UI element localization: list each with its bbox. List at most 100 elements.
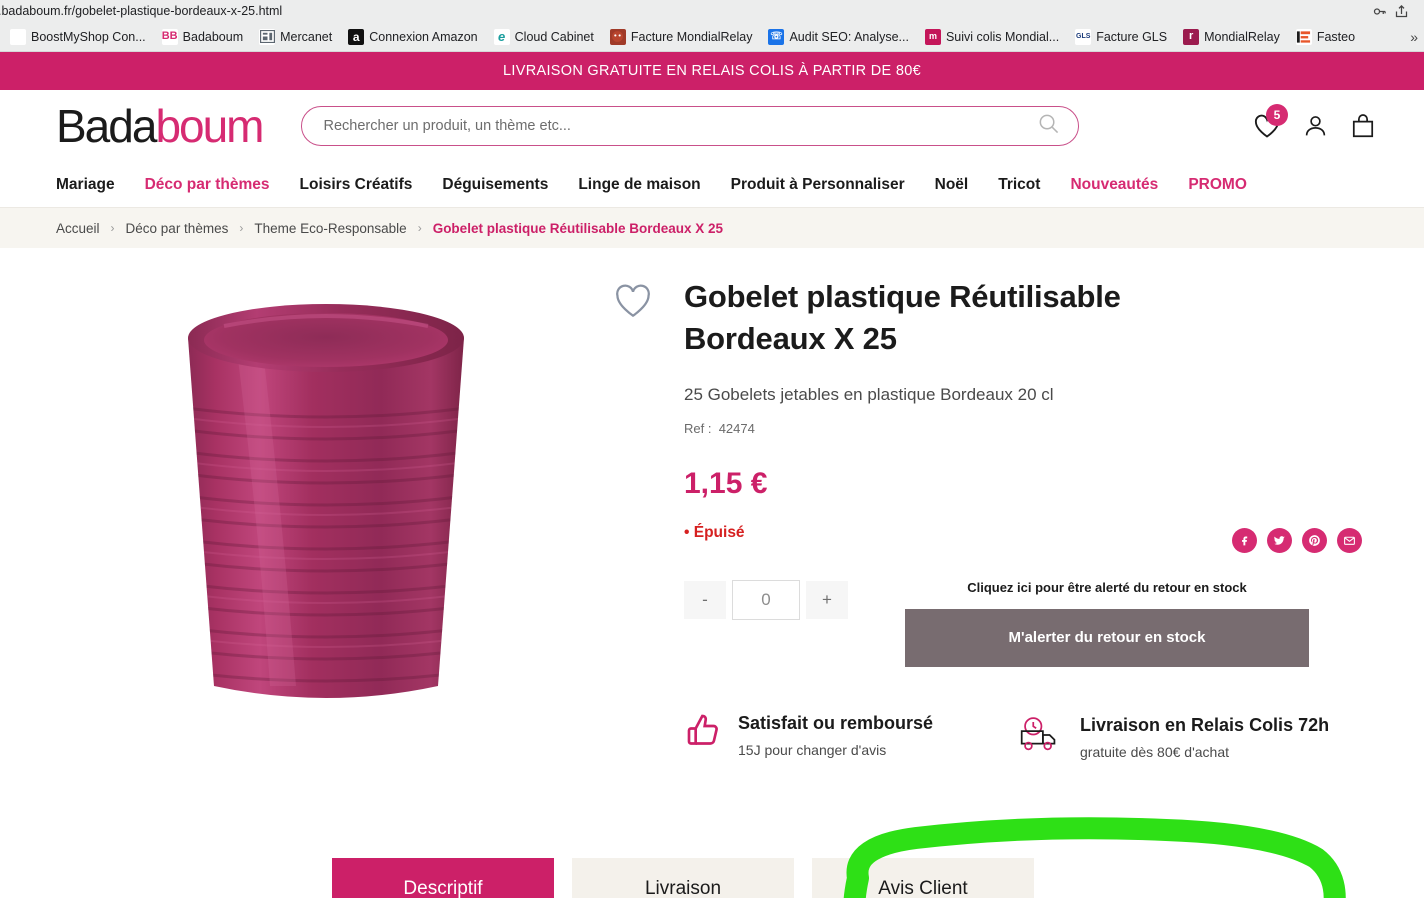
- bookmark-mondialrelay[interactable]: r MondialRelay: [1175, 24, 1288, 50]
- fasteo-favicon: [1295, 28, 1312, 45]
- breadcrumb-separator-icon: ›: [110, 221, 115, 235]
- nav-item-tricot[interactable]: Tricot: [998, 176, 1040, 194]
- bookmark-suivi-colis[interactable]: m Suivi colis Mondial...: [917, 24, 1067, 50]
- promo-banner-text: LIVRAISON GRATUITE EN RELAIS COLIS À PAR…: [503, 63, 921, 79]
- thumbs-up-icon: [684, 711, 724, 756]
- breadcrumb-separator-icon: ›: [417, 221, 422, 235]
- notify-stock-button[interactable]: M'alerter du retour en stock: [905, 608, 1309, 667]
- breadcrumb-item-theme-eco[interactable]: Theme Eco-Responsable: [254, 221, 406, 236]
- search-icon[interactable]: [1037, 112, 1060, 140]
- account-button[interactable]: [1303, 113, 1328, 139]
- delivery-truck-icon: [1014, 713, 1066, 760]
- bookmark-facture-mondialrelay[interactable]: Facture MondialRelay: [602, 24, 761, 50]
- bookmark-label: Suivi colis Mondial...: [945, 29, 1060, 44]
- bookmark-label: Mercanet: [280, 29, 333, 44]
- email-icon[interactable]: [1337, 528, 1362, 553]
- bookmark-label: Cloud Cabinet: [514, 29, 594, 44]
- pinterest-icon[interactable]: [1302, 528, 1327, 553]
- tab-avis-client[interactable]: Avis Client: [812, 858, 1034, 898]
- bookmarks-bar[interactable]: BoostMyShop Con... BB Badaboum Mercanet …: [0, 22, 1424, 52]
- breadcrumb-item-deco[interactable]: Déco par thèmes: [126, 221, 229, 236]
- bookmark-mercanet[interactable]: Mercanet: [251, 24, 340, 50]
- main-navigation[interactable]: Mariage Déco par thèmes Loisirs Créatifs…: [0, 162, 1424, 208]
- bookmark-boostmyshop[interactable]: BoostMyShop Con...: [2, 24, 154, 50]
- bookmarks-overflow-button[interactable]: »: [1410, 29, 1422, 45]
- nav-item-deguisements[interactable]: Déguisements: [442, 176, 548, 194]
- breadcrumb-current: Gobelet plastique Réutilisable Bordeaux …: [432, 220, 724, 236]
- product-section: Gobelet plastique Réutilisable Bordeaux …: [0, 248, 1424, 898]
- mondialrelay-favicon: [609, 28, 626, 45]
- badaboum-favicon: BB: [161, 28, 178, 45]
- bookmark-audit-seo[interactable]: ☏ Audit SEO: Analyse...: [760, 24, 917, 50]
- breadcrumb[interactable]: Accueil › Déco par thèmes › Theme Eco-Re…: [0, 208, 1424, 248]
- trust-title: Satisfait ou remboursé: [738, 712, 934, 733]
- bookmark-cloud-cabinet[interactable]: e Cloud Cabinet: [486, 24, 602, 50]
- bookmark-label: BoostMyShop Con...: [31, 29, 146, 44]
- wishlist-count-badge: 5: [1266, 104, 1288, 126]
- product-image-cup[interactable]: [166, 298, 486, 718]
- share-icon[interactable]: [1390, 0, 1412, 22]
- purchase-row: - + Cliquez ici pour être alerté du reto…: [684, 579, 1368, 667]
- bookmark-label: Facture MondialRelay: [630, 29, 753, 44]
- amazon-favicon: a: [348, 28, 365, 45]
- nav-item-noel[interactable]: Noël: [935, 176, 969, 194]
- product-reference: Ref : 42474: [684, 421, 1368, 436]
- bookmark-amazon[interactable]: a Connexion Amazon: [340, 24, 485, 50]
- url-bar[interactable]: .badaboum.fr/gobelet-plastique-bordeaux-…: [0, 0, 1424, 22]
- heart-outline-icon[interactable]: [612, 282, 654, 325]
- product-info: Gobelet plastique Réutilisable Bordeaux …: [666, 270, 1368, 760]
- product-tabs[interactable]: Descriptif Livraison Avis Client: [0, 858, 1424, 898]
- promo-banner: LIVRAISON GRATUITE EN RELAIS COLIS À PAR…: [0, 52, 1424, 90]
- quantity-increase-button[interactable]: +: [806, 580, 848, 619]
- cloud-cabinet-favicon: e: [493, 28, 510, 45]
- search-input[interactable]: [323, 118, 1037, 134]
- breadcrumb-item-accueil[interactable]: Accueil: [56, 221, 100, 236]
- trust-badges: Satisfait ou remboursé 15J pour changer …: [684, 707, 1368, 760]
- site-header: Badaboum 5: [0, 90, 1424, 162]
- bookmark-label: Badaboum: [182, 29, 244, 44]
- logo-part-dark: Bada: [56, 100, 157, 152]
- site-logo[interactable]: Badaboum: [56, 100, 265, 152]
- nav-item-linge-de-maison[interactable]: Linge de maison: [578, 176, 700, 194]
- wishlist-button[interactable]: 5: [1253, 104, 1288, 139]
- twitter-icon[interactable]: [1267, 528, 1292, 553]
- bookmark-badaboum[interactable]: BB Badaboum: [154, 24, 251, 50]
- search-box[interactable]: [300, 106, 1079, 146]
- quantity-decrease-button[interactable]: -: [684, 580, 726, 619]
- nav-item-produit-a-personnaliser[interactable]: Produit à Personnaliser: [731, 176, 905, 194]
- product-title: Gobelet plastique Réutilisable Bordeaux …: [684, 279, 1121, 357]
- quantity-stepper[interactable]: - +: [684, 579, 848, 620]
- cart-button[interactable]: [1350, 113, 1376, 140]
- suivi-colis-favicon: m: [924, 28, 941, 45]
- nav-item-loisirs-creatifs[interactable]: Loisirs Créatifs: [300, 176, 413, 194]
- nav-item-nouveautes[interactable]: Nouveautés: [1070, 176, 1158, 194]
- bookmark-label: Audit SEO: Analyse...: [789, 29, 909, 44]
- tab-descriptif[interactable]: Descriptif: [332, 858, 554, 898]
- nav-item-deco-par-themes[interactable]: Déco par thèmes: [145, 176, 270, 194]
- trust-title: Livraison en Relais Colis 72h: [1080, 714, 1330, 735]
- gls-favicon: GLS: [1075, 28, 1092, 45]
- ref-label: Ref :: [684, 420, 712, 436]
- product-subtitle: 25 Gobelets jetables en plastique Bordea…: [684, 384, 1054, 404]
- bookmark-fasteo[interactable]: Fasteo: [1288, 24, 1363, 50]
- key-icon[interactable]: [1368, 0, 1390, 22]
- boostmyshop-favicon: [10, 28, 26, 45]
- quantity-input[interactable]: [732, 579, 800, 620]
- nav-item-mariage[interactable]: Mariage: [56, 176, 115, 194]
- trust-subtitle: gratuite dès 80€ d'achat: [1080, 744, 1230, 761]
- social-share-group: [1232, 528, 1362, 553]
- product-price: 1,15 €: [684, 466, 768, 500]
- tab-livraison[interactable]: Livraison: [572, 858, 794, 898]
- bookmark-label: Fasteo: [1316, 29, 1356, 44]
- facebook-icon[interactable]: [1232, 528, 1257, 553]
- bookmark-label: MondialRelay: [1204, 29, 1280, 44]
- page-content: LIVRAISON GRATUITE EN RELAIS COLIS À PAR…: [0, 52, 1424, 898]
- nav-item-promo[interactable]: PROMO: [1188, 176, 1247, 194]
- stock-alert-block: Cliquez ici pour être alerté du retour e…: [905, 580, 1309, 667]
- bookmark-label: Connexion Amazon: [369, 29, 478, 44]
- url-text[interactable]: .badaboum.fr/gobelet-plastique-bordeaux-…: [0, 4, 1368, 18]
- mondialrelay2-favicon: r: [1183, 28, 1200, 45]
- product-gallery: [56, 270, 666, 740]
- bookmark-facture-gls[interactable]: GLS Facture GLS: [1067, 24, 1175, 50]
- audit-seo-favicon: ☏: [768, 28, 785, 45]
